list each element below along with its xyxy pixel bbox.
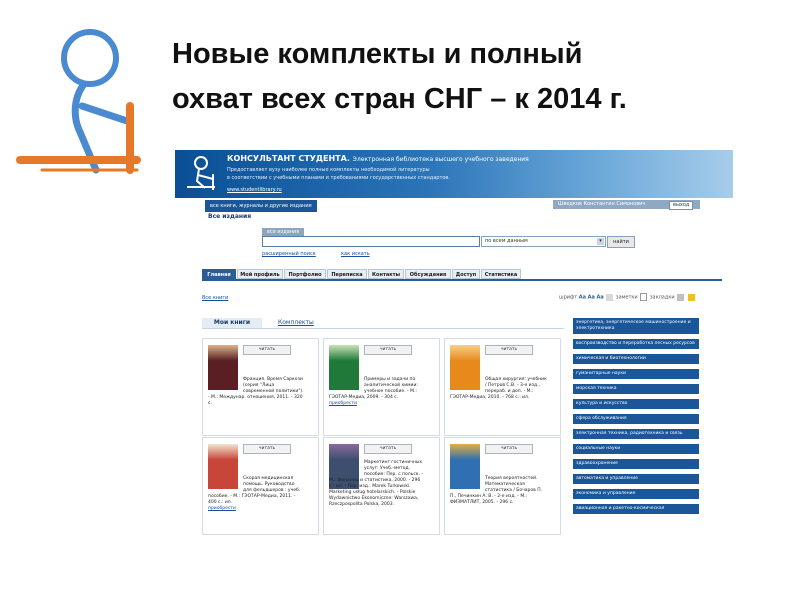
read-button[interactable]: читать xyxy=(485,444,533,454)
chevron-down-icon: ▾ xyxy=(597,238,604,245)
font-large-icon[interactable]: Aa xyxy=(596,295,603,301)
slide-title-line-1: Новые комплекты и полный xyxy=(172,38,583,70)
book-description: Скорая медицинская помощь. Руководство для… xyxy=(208,476,315,512)
tab-sets-link[interactable]: Комплекты xyxy=(278,318,314,328)
main-nav: Главная Мой профиль Портфолио Переписка … xyxy=(202,268,722,281)
bookmarks-label[interactable]: закладки xyxy=(650,295,675,301)
site-description-line-2: в соответствии с учебными планами и треб… xyxy=(227,175,450,181)
book-description: Франция. Время Саркози (серия "Лица соврем… xyxy=(208,377,315,407)
slide-title: Новые комплекты и полный охват всех стра… xyxy=(172,32,792,122)
book-cover[interactable] xyxy=(450,444,480,489)
my-books-tabs: Мои книги Комплекты xyxy=(202,318,564,329)
book-card: читать Франция. Время Саркози (серия "Лица… xyxy=(202,338,319,436)
category-list: энергетика, энергетическое машиностроени… xyxy=(573,318,699,519)
breadcrumb[interactable]: Все книги xyxy=(202,295,228,301)
how-to-search-link[interactable]: как искать xyxy=(341,251,370,257)
notes-icon[interactable] xyxy=(606,293,614,301)
font-small-icon[interactable]: Aa xyxy=(579,295,586,301)
book-description-line: - М.: Междунар. отношения, 2011. - 320 xyxy=(208,395,303,400)
category-link[interactable]: морская техника xyxy=(573,384,699,394)
tab-my-books[interactable]: Мои книги xyxy=(202,318,262,328)
tab-portfolio[interactable]: Портфолио xyxy=(284,269,326,279)
search-tab[interactable]: все издания xyxy=(262,228,305,236)
search-input[interactable] xyxy=(262,236,480,247)
category-link[interactable]: культура и искусство xyxy=(573,399,699,409)
site-description-line-1: Предоставляет вузу наиболее полные компл… xyxy=(227,167,430,173)
website-screenshot: КОНСУЛЬТАНТ СТУДЕНТА. Электронная библио… xyxy=(175,150,733,570)
read-button[interactable]: читать xyxy=(243,444,291,454)
search-button[interactable]: найти xyxy=(607,236,635,248)
read-button[interactable]: читать xyxy=(364,444,412,454)
category-link[interactable]: энергетика, энергетическое машиностроени… xyxy=(573,318,699,334)
tab-access[interactable]: Доступ xyxy=(452,269,480,279)
category-link[interactable]: авиационная и ракетно-космическая xyxy=(573,504,699,514)
advanced-search-link[interactable]: расширенный поиск xyxy=(262,251,316,257)
category-link[interactable]: здравоохранение xyxy=(573,459,699,469)
view-tools: шрифт Aa Aa Aa заметки закладки xyxy=(559,293,696,301)
slide-title-line-2: охват всех стран СНГ – к 2014 г. xyxy=(172,83,627,115)
search-scope-value: по всем данным xyxy=(485,238,528,244)
category-link[interactable]: воспроизводство и переработка лесных рес… xyxy=(573,339,699,349)
font-medium-icon[interactable]: Aa xyxy=(588,295,595,301)
site-logo-icon xyxy=(187,156,215,190)
book-cover[interactable] xyxy=(329,345,359,390)
category-link[interactable]: социальные науки xyxy=(573,444,699,454)
page-title: Все издания xyxy=(208,213,252,220)
buy-link[interactable]: приобрести xyxy=(329,401,357,407)
tab-statistics[interactable]: Статистика xyxy=(481,269,521,279)
book-description: Маркетинг гостиничных услуг: Учеб.-метод.… xyxy=(329,460,436,508)
book-card: читать Маркетинг гостиничных услуг: Учеб.-… xyxy=(323,437,440,535)
lock-icon[interactable] xyxy=(687,293,695,301)
category-link[interactable]: химическая и биотехнологии xyxy=(573,354,699,364)
book-description: Теория вероятностей. Математическая статис… xyxy=(450,476,557,506)
category-link[interactable]: экономика и управление xyxy=(573,489,699,499)
tab-discussions[interactable]: Обсуждения xyxy=(405,269,451,279)
category-link[interactable]: сфера обслуживания xyxy=(573,414,699,424)
book-description-line: ГЭОТАР-Медиа, 2010. - 768 с.: ил. xyxy=(450,395,530,400)
book-cover[interactable] xyxy=(208,345,238,390)
tab-home[interactable]: Главная xyxy=(202,269,236,279)
site-brand: КОНСУЛЬТАНТ СТУДЕНТА. Электронная библио… xyxy=(227,154,529,163)
book-cover[interactable] xyxy=(208,444,238,489)
print-icon[interactable] xyxy=(677,293,685,301)
read-button[interactable]: читать xyxy=(485,345,533,355)
book-card: читать Примеры и задачи по аналитической х… xyxy=(323,338,440,436)
site-url-link[interactable]: www.studentlibrary.ru xyxy=(227,187,282,193)
tab-correspondence[interactable]: Переписка xyxy=(327,269,367,279)
book-description: Примеры и задачи по аналитической химии: у… xyxy=(329,377,436,407)
site-header-banner: КОНСУЛЬТАНТ СТУДЕНТА. Электронная библио… xyxy=(175,150,733,198)
tab-profile[interactable]: Мой профиль xyxy=(237,269,283,279)
read-button[interactable]: читать xyxy=(364,345,412,355)
read-button[interactable]: читать xyxy=(243,345,291,355)
logout-button[interactable]: выход xyxy=(669,201,694,210)
logo-student-icon xyxy=(16,29,141,174)
notes-label[interactable]: заметки xyxy=(616,295,638,301)
category-link[interactable]: автоматика и управление xyxy=(573,474,699,484)
font-label: шрифт xyxy=(559,294,578,301)
scope-tab-all-books[interactable]: все книги, журналы и другие издания xyxy=(205,200,317,212)
bookmark-icon[interactable] xyxy=(640,293,648,301)
tab-contacts[interactable]: Контакты xyxy=(368,269,404,279)
book-card: читать Теория вероятностей. Математическая… xyxy=(444,437,561,535)
book-card: читать Общая хирургия: учебник / Петров С.… xyxy=(444,338,561,436)
category-link[interactable]: гуманитарные науки xyxy=(573,369,699,379)
search-scope-select[interactable]: по всем данным ▾ xyxy=(481,236,606,247)
category-link[interactable]: электронная техника, радиотехника и связ… xyxy=(573,429,699,439)
book-description-line: ФИЗМАТЛИТ, 2005. - 296 с. xyxy=(450,500,514,505)
book-description-line: с. xyxy=(208,401,212,406)
site-tagline: Электронная библиотека высшего учебного … xyxy=(352,156,529,163)
book-description: Общая хирургия: учебник / Петров С.В. - 3… xyxy=(450,377,557,401)
book-card: читать Скорая медицинская помощь. Руководс… xyxy=(202,437,319,535)
book-description-line: Rzeczpospolita Polska, 2003. xyxy=(329,502,395,507)
book-cover[interactable] xyxy=(450,345,480,390)
buy-link[interactable]: приобрести xyxy=(208,506,236,512)
